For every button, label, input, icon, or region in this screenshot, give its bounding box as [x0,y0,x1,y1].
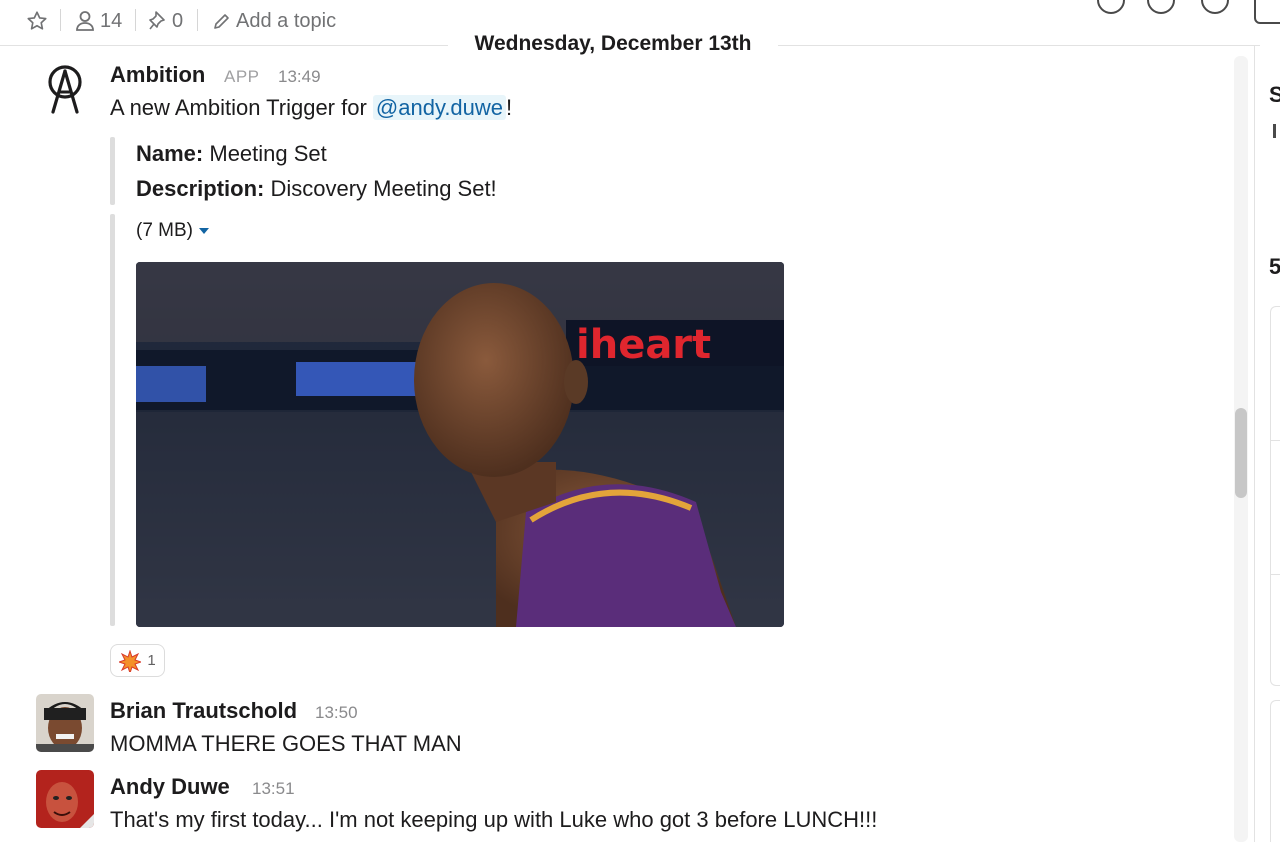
attachment-field-name: Name: Meeting Set [136,141,327,167]
scrollbar-thumb[interactable] [1235,408,1247,498]
info-icon[interactable] [1147,0,1175,14]
avatar-image [36,694,94,752]
right-panel-card[interactable] [1270,306,1280,686]
field-value: Meeting Set [203,141,327,166]
ambition-logo-icon [48,65,82,114]
person-icon [76,11,94,31]
right-panel-number: 5 [1269,254,1280,279]
message-text: MOMMA THERE GOES THAT MAN [110,731,462,756]
file-size-toggle[interactable]: (7 MB) [136,220,209,242]
pins-button[interactable]: 0 [149,6,183,36]
date-divider: Wednesday, December 13th [448,30,778,58]
add-topic-label: Add a topic [236,9,337,32]
gif-banner-text: iheart [576,322,711,368]
avatar[interactable] [36,694,94,752]
message-text-before: A new Ambition Trigger for [110,95,373,120]
message-timestamp[interactable]: 13:49 [278,67,321,87]
call-icon[interactable] [1097,0,1125,14]
app-badge: APP [224,67,260,86]
gif-image: iheart [136,262,784,627]
message-author[interactable]: Brian Trautschold [110,698,297,724]
user-mention[interactable]: @andy.duwe [372,95,507,120]
add-topic-button[interactable]: Add a topic [212,6,336,36]
right-panel-mark [1273,124,1276,138]
field-value: Discovery Meeting Set! [264,176,497,201]
members-button[interactable]: 14 [75,6,122,36]
attachment-bar [110,137,115,205]
pins-count: 0 [172,9,184,32]
pencil-icon [214,14,229,29]
caret-down-icon [199,227,209,234]
message-text: That's my first today... I'm not keeping… [110,807,878,832]
gear-icon[interactable] [1201,0,1229,14]
message-author[interactable]: Andy Duwe [110,774,230,800]
star-button[interactable] [26,6,48,36]
message-text-after: ! [506,95,513,120]
collision-icon [119,649,142,672]
pin-icon [149,11,165,30]
message-timestamp[interactable]: 13:50 [315,703,358,723]
avatar-image [36,770,94,828]
field-label: Description: [136,176,265,201]
file-size: (7 MB) [136,220,193,241]
reaction-button[interactable]: 1 [110,644,165,677]
attachment-bar [110,214,115,626]
message-author[interactable]: Ambition [110,62,205,88]
header-divider [135,9,136,31]
right-panel-card[interactable] [1270,700,1280,842]
attachment-field-description: Description: Discovery Meeting Set! [136,176,497,202]
message-text: A new Ambition Trigger for @andy.duwe! [110,95,512,121]
header-divider [197,9,198,31]
right-panel-divider [1270,440,1280,441]
members-count: 14 [100,9,123,32]
star-icon [27,11,47,30]
ambition-logo-avatar[interactable] [42,62,88,116]
gif-attachment[interactable]: iheart [136,262,784,627]
message-timestamp[interactable]: 13:51 [252,779,295,799]
header-divider [60,9,61,31]
right-panel-letter: S [1269,82,1280,107]
field-label: Name: [136,141,204,166]
avatar[interactable] [36,770,94,828]
search-box[interactable] [1254,0,1280,24]
reaction-count: 1 [147,652,156,669]
right-panel-divider [1270,574,1280,575]
